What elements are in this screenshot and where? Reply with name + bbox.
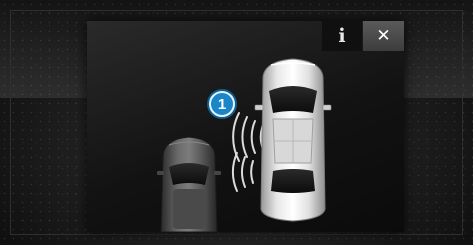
sensor-arcs	[231, 112, 264, 192]
parked-car	[157, 136, 221, 232]
position-marker: 1	[209, 91, 235, 117]
parking-scene	[157, 58, 332, 232]
own-car	[254, 58, 332, 222]
position-marker-label: 1	[217, 95, 227, 113]
parking-dialog: i ✕ 1	[87, 21, 404, 232]
